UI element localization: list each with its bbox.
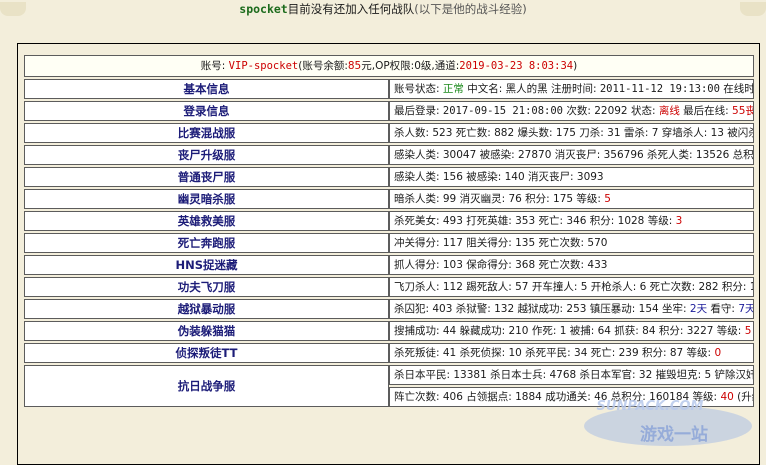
stat-row: 抗日战争服 杀日本平民: 13381 杀日本士兵: 4768 杀日本军官: 32 … <box>24 365 754 407</box>
balance-value: 85 <box>347 60 362 72</box>
stat-text: 2天 <box>689 303 708 315</box>
stat-text: 杀死美女: 493 打死英雄: 353 死亡: 346 积分: 1028 等级: <box>394 215 676 227</box>
stat-text: 看守: <box>707 303 739 315</box>
server-stats: 冲关得分: 117 阻关得分: 135 死亡次数: 570 <box>389 233 754 253</box>
stat-text: 0 <box>714 347 722 359</box>
stat-text: 杀日本平民: 13381 杀日本士兵: 4768 杀日本军官: 32 摧毁坦克:… <box>394 369 753 381</box>
server-stats: 杀囚犯: 403 杀狱警: 132 越狱成功: 253 镇压暴动: 154 坐牢… <box>389 299 754 319</box>
server-stats: 杀死美女: 493 打死英雄: 353 死亡: 346 积分: 1028 等级:… <box>389 211 754 231</box>
stat-text: 2011-11-12 19:13:00 <box>599 83 720 95</box>
stat-text: 在线时间: <box>723 83 754 95</box>
server-label: 越狱暴动服 <box>24 299 389 319</box>
player-name[interactable]: spocket <box>239 2 287 16</box>
stat-text: 次数: 22092 状态: <box>563 105 659 117</box>
server-label: 侦探叛徒TT <box>24 343 389 363</box>
server-label: 幽灵暗杀服 <box>24 189 389 209</box>
stat-row: 英雄救美服 杀死美女: 493 打死英雄: 353 死亡: 346 积分: 102… <box>24 211 754 231</box>
stat-text: 7天 <box>738 303 754 315</box>
server-label: 登录信息 <box>24 101 389 121</box>
account-summary: 账号: VIP-spocket(账号余额:85元,OP权限:0级,通道:2019… <box>24 55 754 77</box>
stat-text: 5 <box>744 325 752 337</box>
stat-row: 基本信息 账号状态: 正常 中文名: 黑人的黑 注册时间: 2011-11-12 … <box>24 79 754 99</box>
stat-text: 抓人得分: 103 保命得分: 368 死亡次数: 433 <box>394 259 608 271</box>
stat-text: 飞刀杀人: 112 踢死敌人: 57 开车撞人: 5 开枪杀人: 6 死亡次数:… <box>394 281 753 293</box>
stat-text: 2017-09-15 21:08:00 <box>442 105 563 117</box>
server-stats: 暗杀人类: 99 消灭幽灵: 76 积分: 175 等级: 5 <box>389 189 754 209</box>
stat-row: 登录信息 最后登录: 2017-09-15 21:08:00 次数: 22092 … <box>24 101 754 121</box>
server-stats: 阵亡次数: 406 占领据点: 1884 成功通关: 46 总积分: 16018… <box>389 387 754 407</box>
clan-notice: 目前没有还加入任何战队 <box>287 2 415 16</box>
page-caption: spocket目前没有还加入任何战队(以下是他的战斗经验) <box>0 1 766 17</box>
stat-text: 5 <box>604 193 611 205</box>
caption-subnote: (以下是他的战斗经验) <box>414 2 527 16</box>
account-label: 账号: <box>200 60 226 72</box>
stat-text: 中文名: 黑人的黑 注册时间: <box>463 83 600 95</box>
server-stats: 杀人数: 523 死亡数: 882 爆头数: 175 刀杀: 31 雷杀: 7 … <box>389 123 754 143</box>
stat-text: 正常 <box>442 83 464 95</box>
account-time: 2019-03-23 8:03:34 <box>459 60 574 72</box>
server-label: 英雄救美服 <box>24 211 389 231</box>
stat-text: 40 <box>720 391 734 403</box>
stat-row: HNS捉迷藏 抓人得分: 103 保命得分: 368 死亡次数: 433 <box>24 255 754 275</box>
balance-label: (账号余额: <box>298 60 348 72</box>
stat-text: 最后在线: <box>679 105 733 117</box>
stat-text: 账号状态: <box>394 83 443 95</box>
server-stats: 账号状态: 正常 中文名: 黑人的黑 注册时间: 2011-11-12 19:1… <box>389 79 754 99</box>
stat-text: 55丧尸升级服 <box>732 105 754 117</box>
top-bar: spocket目前没有还加入任何战队(以下是他的战斗经验) <box>0 0 766 18</box>
stat-row: 死亡奔跑服 冲关得分: 117 阻关得分: 135 死亡次数: 570 <box>24 233 754 253</box>
stat-row: 伪装躲猫猫 搜捕成功: 44 躲藏成功: 210 作死: 1 被捕: 64 抓获:… <box>24 321 754 341</box>
top-right-tab <box>740 2 766 16</box>
stat-row: 比赛混战服 杀人数: 523 死亡数: 882 爆头数: 175 刀杀: 31 雷… <box>24 123 754 143</box>
stat-text: (升级到下一等级还需要 <box>737 391 753 403</box>
server-stats: 感染人类: 156 被感染: 140 消灭丧尸: 3093 <box>389 167 754 187</box>
server-stats: 搜捕成功: 44 躲藏成功: 210 作死: 1 被捕: 64 抓获: 84 积… <box>389 321 754 341</box>
stat-text: 感染人类: 30047 被感染: 27870 消灭丧尸: 356796 杀死人类… <box>394 149 754 161</box>
account-close: ) <box>573 60 578 72</box>
stat-text: 感染人类: 156 被感染: 140 消灭丧尸: 3093 <box>394 171 604 183</box>
server-label: 功夫飞刀服 <box>24 277 389 297</box>
stat-text: 冲关得分: 117 阻关得分: 135 死亡次数: 570 <box>394 237 608 249</box>
stat-text: 杀囚犯: 403 杀狱警: 132 越狱成功: 253 镇压暴动: 154 坐牢… <box>394 303 690 315</box>
server-stats: 杀死叛徒: 41 杀死侦探: 10 杀死平民: 34 死亡: 239 积分: 8… <box>389 343 754 363</box>
stat-text: 杀人数: 523 死亡数: 882 爆头数: 175 刀杀: 31 雷杀: 7 … <box>394 127 754 139</box>
channel-label: ,通道: <box>431 60 460 72</box>
server-label: 丧尸升级服 <box>24 145 389 165</box>
balance-unit: 元 <box>361 60 372 72</box>
stat-text: 杀死叛徒: 41 杀死侦探: 10 杀死平民: 34 死亡: 239 积分: 8… <box>394 347 715 359</box>
server-stats: 飞刀杀人: 112 踢死敌人: 57 开车撞人: 5 开枪杀人: 6 死亡次数:… <box>389 277 754 297</box>
server-stats: 最后登录: 2017-09-15 21:08:00 次数: 22092 状态: … <box>389 101 754 121</box>
stat-text: 最后登录: <box>394 105 443 117</box>
server-stats: 杀日本平民: 13381 杀日本士兵: 4768 杀日本军官: 32 摧毁坦克:… <box>389 365 754 385</box>
stat-row: 普通丧尸服 感染人类: 156 被感染: 140 消灭丧尸: 3093 <box>24 167 754 187</box>
stat-text: 暗杀人类: 99 消灭幽灵: 76 积分: 175 等级: <box>394 193 605 205</box>
stat-row: 丧尸升级服 感染人类: 30047 被感染: 27870 消灭丧尸: 356796… <box>24 145 754 165</box>
op-label: ,OP权限: <box>371 60 415 72</box>
server-label: 基本信息 <box>24 79 389 99</box>
server-label: 抗日战争服 <box>24 365 389 407</box>
server-stats: 感染人类: 30047 被感染: 27870 消灭丧尸: 356796 杀死人类… <box>389 145 754 165</box>
server-label: 死亡奔跑服 <box>24 233 389 253</box>
stat-row: 功夫飞刀服 飞刀杀人: 112 踢死敌人: 57 开车撞人: 5 开枪杀人: 6 … <box>24 277 754 297</box>
stat-text: 3 <box>675 215 683 227</box>
account-name: VIP-spocket <box>228 60 299 72</box>
stat-row: 侦探叛徒TT 杀死叛徒: 41 杀死侦探: 10 杀死平民: 34 死亡: 239… <box>24 343 754 363</box>
server-label: HNS捉迷藏 <box>24 255 389 275</box>
stat-row: 幽灵暗杀服 暗杀人类: 99 消灭幽灵: 76 积分: 175 等级: 5 <box>24 189 754 209</box>
server-label: 比赛混战服 <box>24 123 389 143</box>
stat-text: 离线 <box>658 105 680 117</box>
server-label: 伪装躲猫猫 <box>24 321 389 341</box>
server-label: 普通丧尸服 <box>24 167 389 187</box>
stat-text: 搜捕成功: 44 躲藏成功: 210 作死: 1 被捕: 64 抓获: 84 积… <box>394 325 745 337</box>
stats-table: 账号: VIP-spocket(账号余额:85元,OP权限:0级,通道:2019… <box>24 53 754 409</box>
stat-row: 越狱暴动服 杀囚犯: 403 杀狱警: 132 越狱成功: 253 镇压暴动: 1… <box>24 299 754 319</box>
server-stats: 抓人得分: 103 保命得分: 368 死亡次数: 433 <box>389 255 754 275</box>
stat-text: 阵亡次数: 406 占领据点: 1884 成功通关: 46 总积分: 16018… <box>394 391 721 403</box>
op-value: 0级 <box>414 60 432 72</box>
